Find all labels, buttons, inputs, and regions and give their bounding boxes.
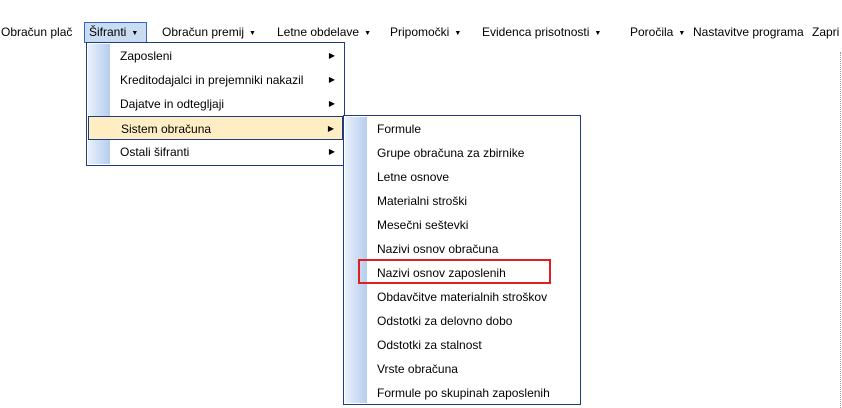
menu-item-label: Materialni stroški [377, 194, 468, 208]
menu-bar: Obračun plač Šifranti ▼ Obračun premij ▼ L… [0, 22, 842, 43]
menu-porocila[interactable]: Poročila ▼ [630, 22, 685, 42]
chevron-down-icon: ▼ [364, 30, 372, 37]
submenu-item-letne-osnove[interactable]: Letne osnove [344, 165, 580, 189]
submenu-arrow-icon: ▶ [327, 124, 334, 133]
menu-letne-obdelave[interactable]: Letne obdelave ▼ [277, 22, 371, 42]
menu-pripomocki-label: Pripomočki [390, 25, 450, 39]
sifranti-item-zaposleni[interactable]: Zaposleni ▶ [87, 44, 344, 68]
menu-item-label: Letne osnove [377, 170, 450, 184]
sifranti-dropdown: Zaposleni ▶ Kreditodajalci in prejemniki… [86, 42, 345, 166]
submenu-item-mesecni-sestevki[interactable]: Mesečni seštevki [344, 213, 580, 237]
chevron-down-icon: ▼ [249, 30, 256, 37]
submenu-item-nazivi-osnov-zaposlenih[interactable]: Nazivi osnov zaposlenih [344, 261, 580, 285]
chevron-down-icon: ▼ [454, 30, 462, 37]
submenu-arrow-icon: ▶ [328, 75, 335, 84]
menu-obracun-plac[interactable]: Obračun plač [1, 22, 72, 42]
submenu-arrow-icon: ▶ [328, 51, 335, 60]
chevron-down-icon: ▼ [131, 30, 139, 37]
menu-item-label: Vrste obračuna [377, 362, 458, 376]
menu-item-label: Sistem obračuna [121, 122, 212, 136]
sifranti-item-dajatve[interactable]: Dajatve in odtegljaji ▶ [87, 92, 344, 116]
sifranti-item-kreditodajalci[interactable]: Kreditodajalci in prejemniki nakazil ▶ [87, 68, 344, 92]
sistem-obracuna-submenu: Formule Grupe obračuna za zbirnike Letne… [343, 115, 581, 405]
menu-porocila-label: Poročila [630, 25, 674, 39]
submenu-item-formule[interactable]: Formule [344, 117, 580, 141]
submenu-item-materialni-stroski[interactable]: Materialni stroški [344, 189, 580, 213]
submenu-arrow-icon: ▶ [328, 147, 335, 156]
menu-item-label: Formule [377, 122, 422, 136]
menu-item-label: Mesečni seštevki [377, 218, 469, 232]
menu-item-label: Nazivi osnov zaposlenih [377, 266, 506, 280]
sifranti-item-sistem-obracuna[interactable]: Sistem obračuna ▶ [88, 116, 343, 140]
menu-nastavitve-programa-label: Nastavitve programa [693, 25, 804, 39]
submenu-arrow-icon: ▶ [328, 99, 335, 108]
menu-item-label: Obdavčitve materialnih stroškov [377, 290, 548, 304]
menu-item-label: Odstotki za stalnost [377, 338, 482, 352]
menu-nastavitve-programa[interactable]: Nastavitve programa [693, 22, 804, 42]
menu-evidenca-prisotnosti[interactable]: Evidenca prisotnosti ▼ [482, 22, 601, 42]
menu-obracun-premij[interactable]: Obračun premij ▼ [162, 22, 256, 42]
menu-item-label: Kreditodajalci in prejemniki nakazil [120, 73, 304, 87]
menu-evidenca-prisotnosti-label: Evidenca prisotnosti [482, 25, 590, 39]
menu-item-label: Nazivi osnov obračuna [377, 242, 499, 256]
menu-sifranti[interactable]: Šifranti ▼ [84, 22, 147, 43]
submenu-item-formule-po-skupinah[interactable]: Formule po skupinah zaposlenih [344, 381, 580, 405]
menu-sifranti-label: Šifranti [89, 25, 127, 39]
menu-item-label: Dajatve in odtegljaji [120, 97, 225, 111]
menu-obracun-plac-label: Obračun plač [1, 25, 73, 39]
menu-item-label: Grupe obračuna za zbirnike [377, 146, 525, 160]
submenu-item-grupe-obracuna[interactable]: Grupe obračuna za zbirnike [344, 141, 580, 165]
menu-pripomocki[interactable]: Pripomočki ▼ [390, 22, 461, 42]
menu-zapri-label: Zapri [812, 25, 840, 39]
submenu-item-nazivi-osnov-obracuna[interactable]: Nazivi osnov obračuna [344, 237, 580, 261]
menu-zapri[interactable]: Zapri [812, 22, 839, 42]
menu-item-label: Formule po skupinah zaposlenih [377, 386, 550, 400]
submenu-item-vrste-obracuna[interactable]: Vrste obračuna [344, 357, 580, 381]
menu-item-label: Ostali šifranti [120, 145, 190, 159]
menu-obracun-premij-label: Obračun premij [162, 25, 245, 39]
chevron-down-icon: ▼ [678, 30, 686, 37]
menu-item-label: Zaposleni [120, 49, 173, 63]
chevron-down-icon: ▼ [594, 30, 602, 37]
menu-item-label: Odstotki za delovno dobo [377, 314, 513, 328]
submenu-item-obdavcitve[interactable]: Obdavčitve materialnih stroškov [344, 285, 580, 309]
submenu-item-odstotki-delovna-doba[interactable]: Odstotki za delovno dobo [344, 309, 580, 333]
submenu-item-odstotki-stalnost[interactable]: Odstotki za stalnost [344, 333, 580, 357]
menu-letne-obdelave-label: Letne obdelave [277, 25, 360, 39]
sifranti-item-ostali-sifranti[interactable]: Ostali šifranti ▶ [87, 140, 344, 164]
